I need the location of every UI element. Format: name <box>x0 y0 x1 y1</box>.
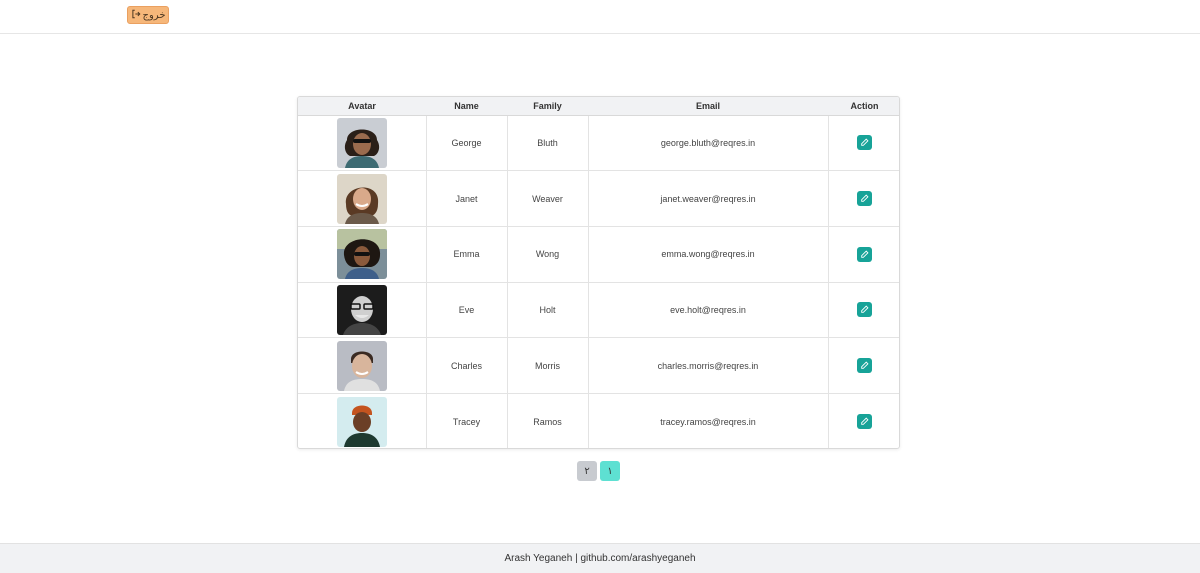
cell-email: eve.holt@reqres.in <box>588 282 829 339</box>
table-header-row: Avatar Name Family Email Action <box>298 97 899 116</box>
column-header-name: Name <box>426 97 507 116</box>
edit-icon <box>861 361 869 369</box>
column-header-family: Family <box>507 97 588 116</box>
users-table: Avatar Name Family Email Action George B… <box>297 96 900 449</box>
edit-button[interactable] <box>857 414 873 430</box>
pagination: ۲ ۱ <box>577 461 620 481</box>
edit-button[interactable] <box>857 302 873 318</box>
cell-email: george.bluth@reqres.in <box>588 115 829 172</box>
avatar <box>336 284 387 335</box>
avatar <box>336 229 387 280</box>
column-header-action: Action <box>828 97 899 116</box>
edit-icon <box>861 138 869 147</box>
cell-name: Eve <box>426 282 508 339</box>
column-header-avatar: Avatar <box>298 97 426 116</box>
edit-button[interactable] <box>857 358 873 374</box>
table-row: Charles Morris charles.morris@reqres.in <box>298 337 899 394</box>
cell-email: tracey.ramos@reqres.in <box>588 393 829 448</box>
edit-icon <box>861 417 869 425</box>
table-row: Tracey Ramos tracey.ramos@reqres.in <box>298 393 899 448</box>
cell-name: Janet <box>426 170 508 227</box>
edit-button[interactable] <box>857 191 873 207</box>
cell-family: Wong <box>507 226 589 283</box>
logout-icon <box>131 9 141 22</box>
cell-email: charles.morris@reqres.in <box>588 337 829 394</box>
cell-family: Bluth <box>507 115 589 172</box>
table-row: Eve Holt eve.holt@reqres.in <box>298 282 899 339</box>
page-button-2[interactable]: ۲ <box>577 461 597 481</box>
table-row: Emma Wong emma.wong@reqres.in <box>298 226 899 283</box>
edit-icon <box>861 305 869 314</box>
footer-credit: Arash Yeganeh | github.com/arashyeganeh <box>504 553 696 564</box>
table-row: Janet Weaver janet.weaver@reqres.in <box>298 170 899 227</box>
cell-email: emma.wong@reqres.in <box>588 226 829 283</box>
avatar <box>336 396 387 447</box>
footer: Arash Yeganeh | github.com/arashyeganeh <box>0 543 1200 573</box>
avatar <box>336 340 387 391</box>
edit-button[interactable] <box>857 135 873 151</box>
edit-icon <box>861 250 869 258</box>
page-button-1[interactable]: ۱ <box>600 461 620 481</box>
edit-icon <box>861 194 869 202</box>
cell-name: Emma <box>426 226 508 283</box>
logout-label: خروج <box>142 9 166 21</box>
avatar <box>336 173 387 224</box>
table-row: George Bluth george.bluth@reqres.in <box>298 115 899 172</box>
cell-name: George <box>426 115 508 172</box>
avatar <box>336 117 387 168</box>
cell-family: Morris <box>507 337 589 394</box>
column-header-email: Email <box>588 97 828 116</box>
top-bar: خروج <box>0 0 1200 34</box>
logout-button[interactable]: خروج <box>127 6 169 24</box>
cell-family: Weaver <box>507 170 589 227</box>
cell-name: Tracey <box>426 393 508 448</box>
cell-family: Holt <box>507 282 589 339</box>
edit-button[interactable] <box>857 246 873 262</box>
cell-name: Charles <box>426 337 508 394</box>
cell-family: Ramos <box>507 393 589 448</box>
cell-email: janet.weaver@reqres.in <box>588 170 829 227</box>
